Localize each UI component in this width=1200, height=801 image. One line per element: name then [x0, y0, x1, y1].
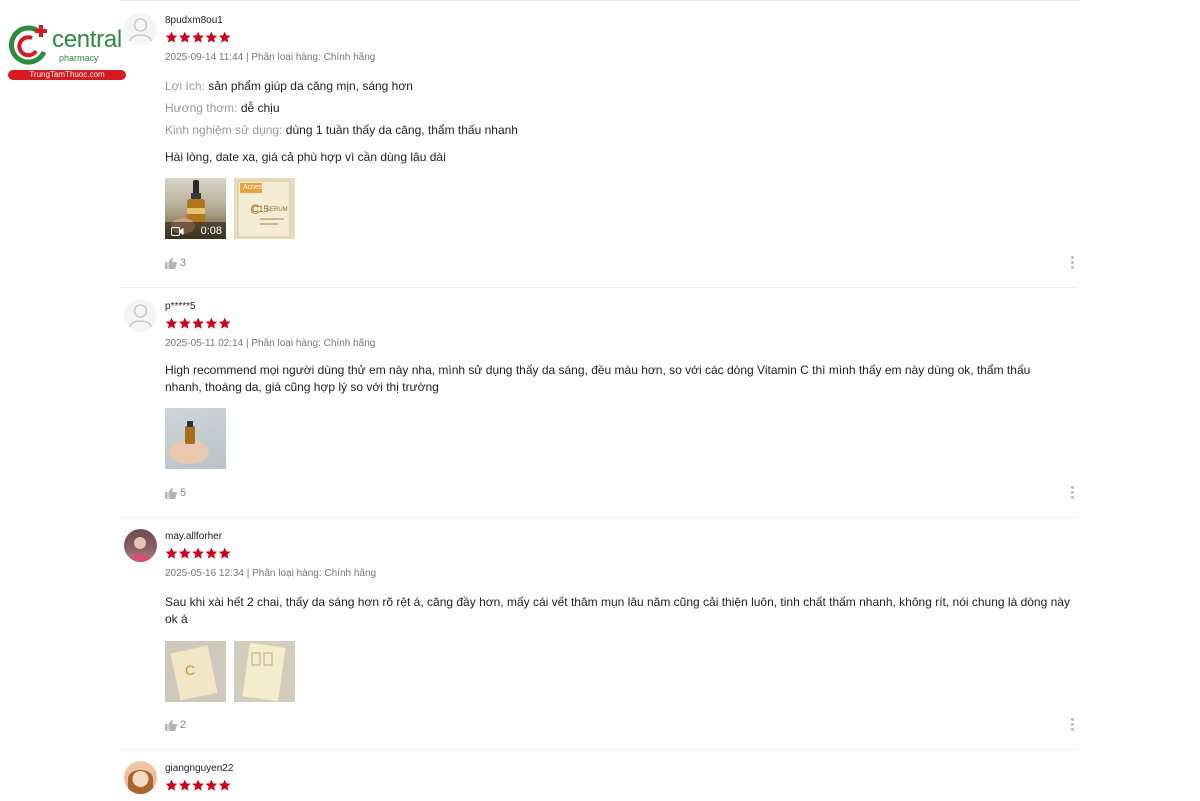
star-rating: [165, 317, 232, 331]
attribute-label: Hương thơm:: [165, 101, 238, 115]
star-rating: [165, 31, 232, 45]
more-options-icon[interactable]: [1069, 486, 1075, 500]
thumbs-up-icon: [165, 257, 177, 269]
star-icon: [165, 317, 178, 329]
review-image-thumbnail[interactable]: C Acnes C15 SERUM: [234, 178, 295, 239]
star-icon: [192, 547, 204, 559]
star-icon: [179, 779, 191, 791]
review-meta: 2025-09-14 11:44 | Phân loại hàng: Chính…: [165, 52, 376, 63]
video-duration: 0:08: [200, 225, 222, 237]
review-comment: Sau khi xài hết 2 chai, thấy da sáng hơn…: [165, 595, 1070, 626]
star-icon: [218, 317, 231, 329]
logo-mark-icon: [8, 25, 47, 65]
star-icon: [205, 31, 218, 43]
star-icon: [205, 547, 218, 559]
review-comment: Hài lòng, date xa, giá cả phù hợp vì cần…: [165, 150, 446, 164]
star-icon: [192, 779, 204, 791]
star-icon: [165, 779, 178, 791]
review-item: p*****5 2025-05-11 02:14 | Phân loại hàn…: [120, 287, 1078, 518]
like-button[interactable]: 2: [165, 719, 186, 731]
hand-bottle-image: [169, 421, 209, 464]
stars-icon-group: [165, 31, 231, 43]
review-image-thumbnail[interactable]: [234, 641, 295, 702]
review-username: may.allforher: [165, 531, 223, 542]
review-comment: High recommend mọi người dùng thử em này…: [165, 363, 1031, 394]
star-icon: [218, 547, 231, 559]
review-item: giangnguyen22: [120, 749, 1078, 801]
brand-domain: TrungTamThuoc.com: [8, 70, 126, 80]
brand-sub: pharmacy: [59, 53, 99, 63]
attribute-label: Kinh nghiệm sử dụng:: [165, 123, 283, 137]
like-button[interactable]: 3: [165, 257, 186, 269]
product-box-image: C: [170, 645, 218, 701]
attribute-experience: Kinh nghiệm sử dụng: dùng 1 tuần thấy da…: [165, 123, 518, 137]
review-image-thumbnail[interactable]: [165, 408, 226, 469]
star-icon: [165, 547, 178, 559]
like-count: 5: [180, 487, 187, 499]
more-options-icon[interactable]: [1069, 718, 1075, 732]
attribute-value: dễ chịu: [240, 101, 280, 115]
attribute-value: dùng 1 tuần thấy da căng, thẩm thấu nhan…: [285, 123, 518, 137]
review-meta: 2025-05-11 02:14 | Phân loại hàng: Chính…: [165, 338, 376, 349]
like-count: 2: [180, 719, 187, 731]
user-avatar: [124, 761, 157, 794]
brand-name: central: [52, 26, 122, 53]
review-username: 8pudxm8ou1: [165, 15, 223, 26]
star-icon: [179, 547, 191, 559]
svg-text:C: C: [185, 662, 195, 678]
review-item: may.allforher 2025-05-16 12:34 | Phân lo…: [120, 517, 1078, 750]
stars-icon-group: [165, 547, 231, 559]
more-options-icon[interactable]: [1069, 256, 1075, 270]
review-username: p*****5: [165, 301, 196, 312]
star-rating: [165, 779, 232, 793]
attribute-value: sản phẩm giúp da căng mịn, sáng hơn: [208, 79, 413, 93]
star-icon: [218, 779, 231, 791]
review-meta: 2025-05-16 12:34 | Phân loại hàng: Chính…: [165, 568, 377, 579]
stars-icon-group: [165, 779, 231, 791]
attribute-label: Lợi ích:: [165, 79, 205, 93]
stars-icon-group: [165, 317, 231, 329]
review-image-thumbnail[interactable]: C: [165, 641, 226, 702]
like-button[interactable]: 5: [165, 487, 186, 499]
like-count: 3: [180, 257, 187, 269]
star-icon: [179, 317, 191, 329]
thumbs-up-icon: [165, 487, 177, 499]
star-icon: [205, 317, 218, 329]
review-list: 8pudxm8ou1 2025-09-14 11:44 | Phân loại …: [120, 0, 1080, 801]
star-icon: [205, 779, 218, 791]
review-video-thumbnail[interactable]: 0:08: [165, 178, 226, 239]
star-rating: [165, 547, 232, 561]
star-icon: [165, 31, 178, 43]
thumbs-up-icon: [165, 719, 177, 731]
star-icon: [179, 31, 191, 43]
user-avatar: [124, 529, 157, 562]
review-username: giangnguyen22: [165, 763, 234, 774]
star-icon: [218, 31, 231, 43]
video-camera-icon: [171, 227, 184, 236]
product-box-brand: Acnes: [243, 184, 263, 191]
attribute-benefit: Lợi ích: sản phẩm giúp da căng mịn, sáng…: [165, 79, 413, 93]
star-icon: [192, 317, 204, 329]
product-box-back-image: [242, 642, 286, 702]
brand-logo[interactable]: central pharmacy TrungTamThuoc.com: [6, 20, 128, 82]
avatar-placeholder-icon: [124, 299, 157, 332]
avatar-placeholder-icon: [124, 13, 157, 46]
product-box-type: SERUM: [266, 207, 288, 213]
review-item: 8pudxm8ou1 2025-09-14 11:44 | Phân loại …: [120, 1, 1078, 288]
star-icon: [192, 31, 204, 43]
attribute-scent: Hương thơm: dễ chịu: [165, 101, 280, 115]
